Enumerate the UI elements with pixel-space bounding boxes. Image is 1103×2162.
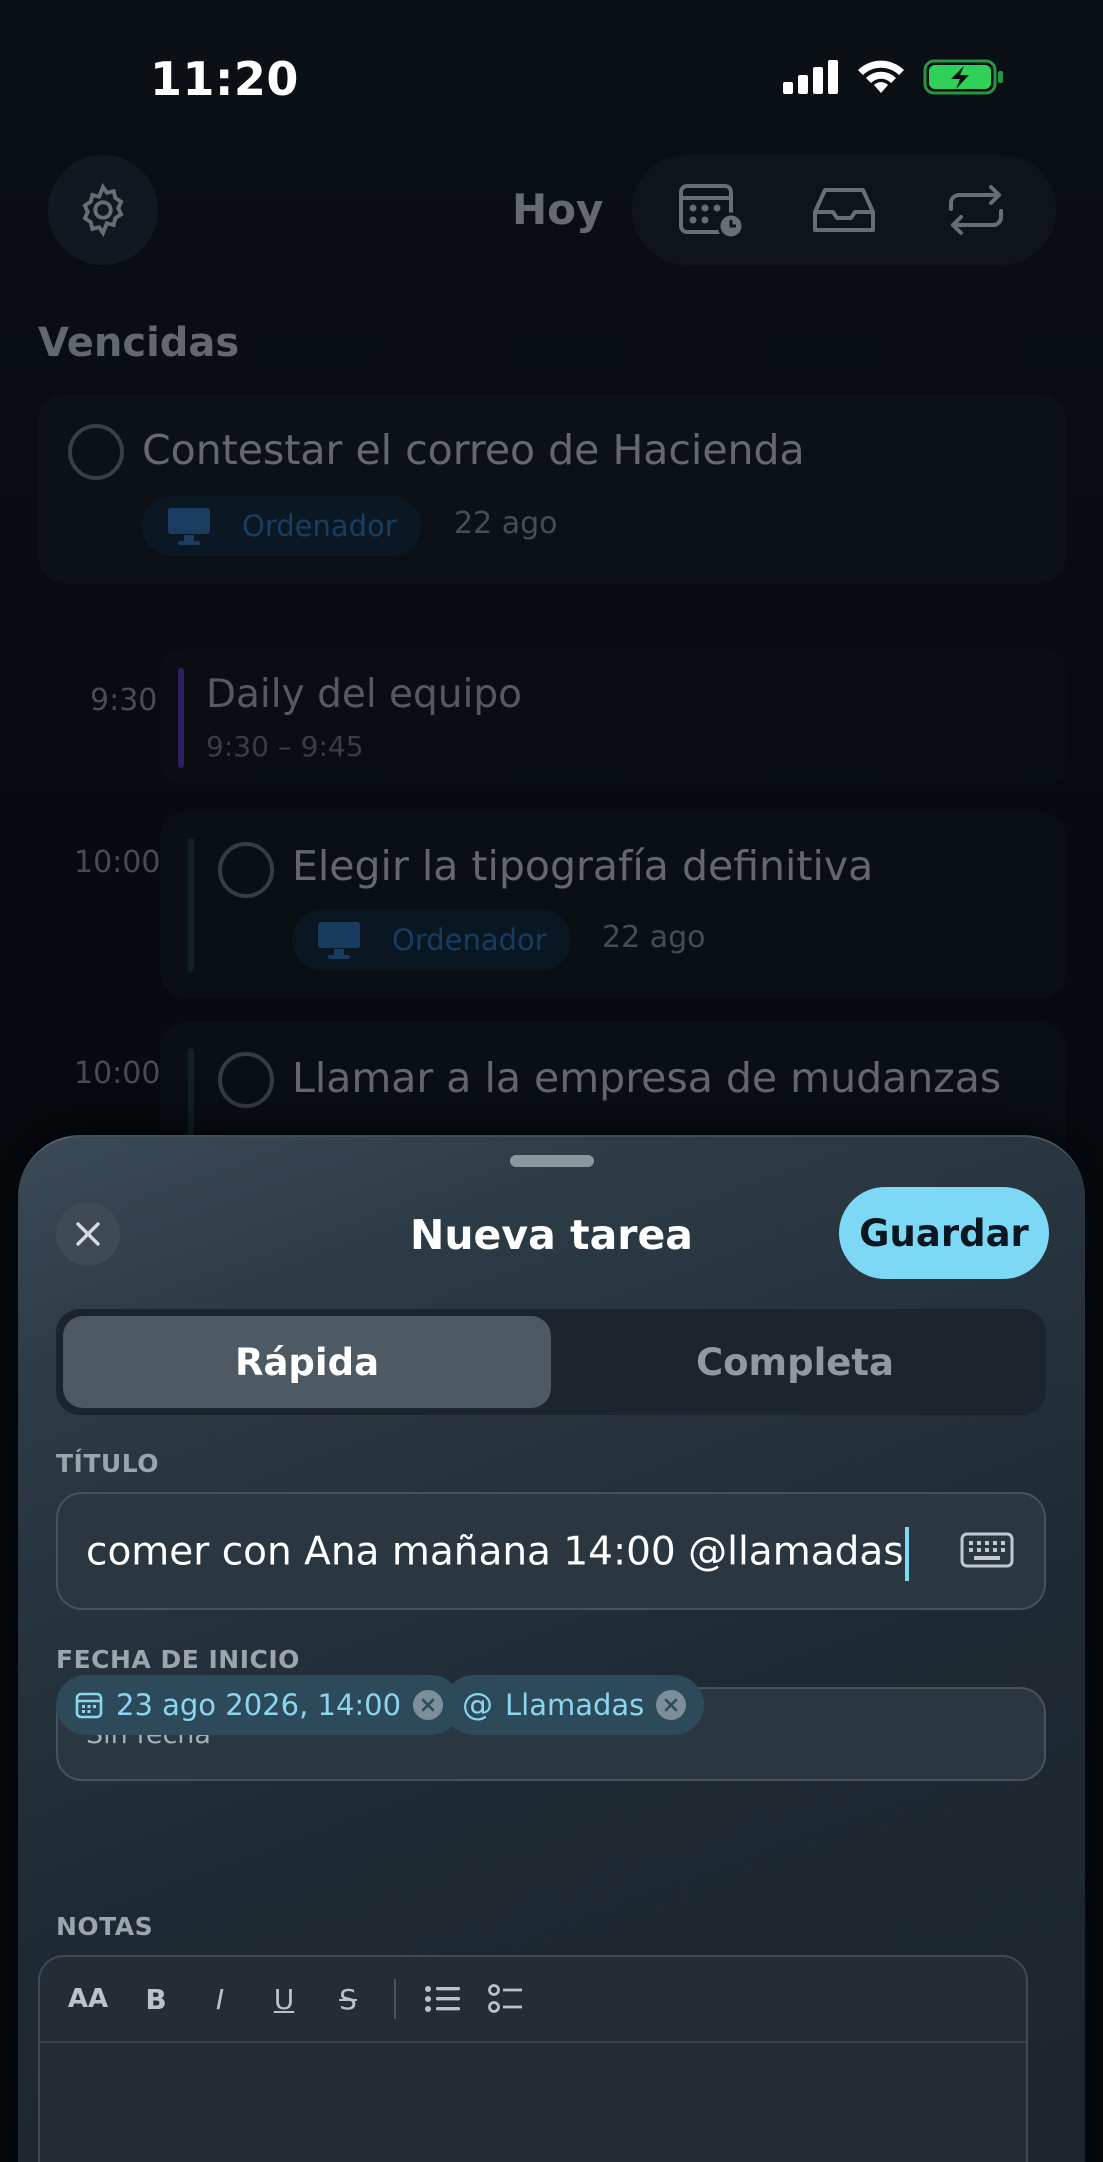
calendar-event-card[interactable]: Daily del equipo 9:30 – 9:45 [160,650,1066,785]
bullet-list-icon [425,1986,460,2012]
at-sign-icon: @ [462,1687,493,1723]
task-title: Elegir la tipografía definitiva [292,842,874,890]
context-token-chip[interactable]: @ Llamadas [444,1675,705,1735]
event-time-range: 9:30 – 9:45 [206,730,364,763]
italic-button[interactable]: I [202,1979,238,2019]
task-color-bar [188,838,194,972]
calendar-icon [75,1692,103,1719]
close-icon [664,1698,678,1712]
remove-date-chip-button[interactable] [413,1690,444,1720]
close-icon [421,1698,435,1712]
task-date: 22 ago [602,920,706,955]
context-chip: Ordenador [142,496,421,556]
date-chip[interactable]: 23 ago 2026, 14:00 [56,1675,462,1735]
notes-editor[interactable]: AA B I U S [38,1955,1028,2162]
inbox-tray-icon [813,188,875,232]
task-title: Contestar el correo de Hacienda [142,426,805,474]
repeat-arrows-icon [949,185,1003,235]
title-input-value: comer con Ana mañana 14:00 @llamadas [86,1527,909,1581]
toolbar-divider [394,1979,396,2019]
today-title: Hoy [512,185,604,234]
context-chip-label: Llamadas [505,1688,645,1722]
checklist-button[interactable] [488,1979,524,2019]
text-caret [904,1527,909,1581]
screen: 11:20 Hoy Vencidas Contestar el correo d… [0,0,1103,2162]
hour-label: 10:00 [74,1056,161,1091]
sheet-drag-handle[interactable] [510,1155,594,1167]
event-title: Daily del equipo [206,672,522,717]
overdue-section-title: Vencidas [38,320,240,366]
notes-toolbar: AA B I U S [40,1957,1026,2043]
overdue-task-card[interactable]: Contestar el correo de Hacienda Ordenado… [38,394,1066,584]
settings-button[interactable] [48,155,158,265]
task-date: 22 ago [454,506,558,541]
calendar-view-button[interactable] [652,165,772,255]
mode-segmented-control: Rápida Completa [56,1309,1046,1415]
gear-icon [82,182,124,238]
context-chip: Ordenador [292,910,571,970]
event-color-bar [178,668,184,768]
context-label: Ordenador [242,509,397,543]
text-size-button[interactable]: AA [66,1979,110,2019]
segment-full[interactable]: Completa [551,1316,1039,1408]
segment-quick[interactable]: Rápida [63,1316,551,1408]
title-field-label: TÍTULO [56,1449,159,1478]
task-checkbox[interactable] [218,842,274,898]
hour-label: 9:30 [90,683,158,718]
strikethrough-button[interactable]: S [330,1979,366,2019]
title-input-text: comer con Ana mañana 14:00 @llamadas [86,1529,904,1575]
view-switcher [632,155,1056,265]
context-label: Ordenador [392,923,547,957]
remove-context-chip-button[interactable] [656,1690,687,1720]
checklist-icon [488,1984,522,2013]
hour-label: 10:00 [74,845,161,880]
computer-monitor-icon [318,922,360,959]
task-checkbox[interactable] [68,424,124,480]
date-chip-label: 23 ago 2026, 14:00 [116,1688,402,1722]
inbox-view-button[interactable] [784,165,904,255]
calendar-clock-icon [679,184,745,240]
bold-button[interactable]: B [138,1979,174,2019]
computer-monitor-icon [168,508,210,545]
save-button[interactable]: Guardar [839,1187,1049,1279]
underline-button[interactable]: U [266,1979,302,2019]
task-title: Llamar a la empresa de mudanzas [292,1054,1002,1102]
start-date-label: FECHA DE INICIO [56,1645,300,1674]
task-checkbox[interactable] [218,1052,274,1108]
recurring-view-button[interactable] [916,165,1036,255]
title-input[interactable]: comer con Ana mañana 14:00 @llamadas [56,1492,1046,1610]
top-bar: Hoy [0,155,1103,265]
timeline-task-card[interactable]: Elegir la tipografía definitiva Ordenado… [160,812,1066,998]
keyboard-icon[interactable] [960,1532,1014,1568]
bullet-list-button[interactable] [424,1979,460,2019]
notes-label: NOTAS [56,1912,154,1941]
